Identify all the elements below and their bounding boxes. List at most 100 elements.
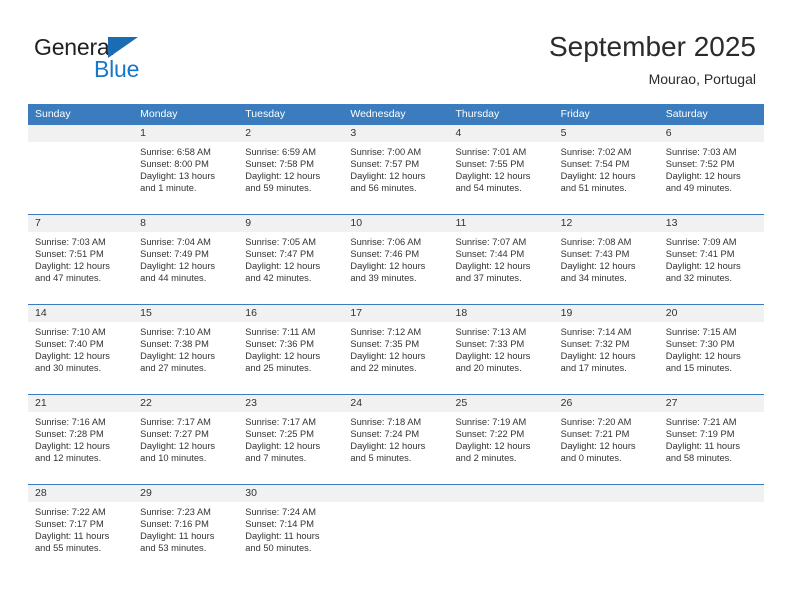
day-detail-line: Sunset: 7:36 PM [245, 339, 314, 350]
day-cell-21[interactable]: Sunrise: 7:16 AM Sunset: 7:28 PM Daylight:… [28, 412, 133, 484]
day-detail-line: Sunset: 7:46 PM [350, 249, 420, 260]
day-cell-27[interactable]: Sunrise: 7:21 AM Sunset: 7:19 PM Daylight:… [659, 412, 764, 484]
day-cell-15[interactable]: Sunrise: 7:10 AM Sunset: 7:38 PM Daylight:… [133, 322, 238, 394]
day-cell-14[interactable]: Sunrise: 7:10 AM Sunset: 7:40 PM Daylight:… [28, 322, 133, 394]
day-cell-18[interactable]: Sunrise: 7:13 AM Sunset: 7:33 PM Daylight:… [449, 322, 554, 394]
day-detail-line: Sunset: 7:51 PM [35, 249, 104, 260]
day-cell-16[interactable]: Sunrise: 7:11 AM Sunset: 7:36 PM Daylight:… [238, 322, 343, 394]
day-detail-line: and 59 minutes. [245, 183, 312, 194]
day-cell-1[interactable]: Sunrise: 6:58 AM Sunset: 8:00 PM Daylight:… [133, 142, 238, 214]
day-number-17[interactable]: 17 [343, 305, 448, 322]
day-cell-3[interactable]: Sunrise: 7:00 AM Sunset: 7:57 PM Daylight:… [343, 142, 448, 214]
day-number-14[interactable]: 14 [28, 305, 133, 322]
day-number-7[interactable]: 7 [28, 215, 133, 232]
day-detail-line: Daylight: 12 hours [245, 171, 321, 182]
day-number-1[interactable]: 1 [133, 125, 238, 142]
day-detail-line: Sunset: 7:30 PM [665, 339, 735, 350]
day-cell-17[interactable]: Sunrise: 7:12 AM Sunset: 7:35 PM Daylight:… [343, 322, 448, 394]
day-cell-10[interactable]: Sunrise: 7:06 AM Sunset: 7:46 PM Daylight:… [343, 232, 448, 304]
day-detail-line: Sunset: 7:44 PM [455, 249, 525, 260]
day-number-11[interactable]: 11 [449, 215, 554, 232]
day-detail-line: Sunset: 7:24 PM [350, 429, 420, 440]
day-detail-line: and 15 minutes. [665, 363, 732, 374]
day-detail-line: and 56 minutes. [350, 183, 417, 194]
day-cell-11[interactable]: Sunrise: 7:07 AM Sunset: 7:44 PM Daylight:… [449, 232, 554, 304]
calendar-week-row: 14 15 16 17 18 19 20 Sunrise: 7:10 AM Sunset: 7:… [28, 304, 764, 394]
day-detail-line: Daylight: 12 hours [350, 441, 426, 452]
day-cell-12[interactable]: Sunrise: 7:08 AM Sunset: 7:43 PM Daylight:… [554, 232, 659, 304]
day-number-empty [28, 125, 133, 142]
calendar-week-row: 1 2 3 4 5 6 Sunrise: 6:58 AM Sunset: 8:00 PM Day… [28, 125, 764, 214]
day-detail-line: Sunset: 7:55 PM [455, 159, 525, 170]
day-detail-row: Sunrise: 7:22 AM Sunset: 7:17 PM Daylight:… [28, 502, 764, 574]
day-number-5[interactable]: 5 [554, 125, 659, 142]
day-number-27[interactable]: 27 [659, 395, 764, 412]
day-cell-20[interactable]: Sunrise: 7:15 AM Sunset: 7:30 PM Daylight:… [659, 322, 764, 394]
day-number-empty [343, 485, 448, 502]
day-number-4[interactable]: 4 [449, 125, 554, 142]
day-detail-line: Sunset: 7:35 PM [350, 339, 420, 350]
day-number-24[interactable]: 24 [343, 395, 448, 412]
day-number-15[interactable]: 15 [133, 305, 238, 322]
day-detail-line: Daylight: 12 hours [245, 261, 321, 272]
day-detail-line: and 34 minutes. [560, 273, 627, 284]
day-cell-8[interactable]: Sunrise: 7:04 AM Sunset: 7:49 PM Daylight:… [133, 232, 238, 304]
day-cell-25[interactable]: Sunrise: 7:19 AM Sunset: 7:22 PM Daylight:… [449, 412, 554, 484]
day-cell-22[interactable]: Sunrise: 7:17 AM Sunset: 7:27 PM Daylight:… [133, 412, 238, 484]
day-detail-line: and 53 minutes. [140, 543, 207, 554]
day-cell-4[interactable]: Sunrise: 7:01 AM Sunset: 7:55 PM Daylight:… [449, 142, 554, 214]
day-number-25[interactable]: 25 [449, 395, 554, 412]
day-number-16[interactable]: 16 [238, 305, 343, 322]
day-number-10[interactable]: 10 [343, 215, 448, 232]
day-cell-5[interactable]: Sunrise: 7:02 AM Sunset: 7:54 PM Daylight:… [554, 142, 659, 214]
day-number-2[interactable]: 2 [238, 125, 343, 142]
day-number-29[interactable]: 29 [133, 485, 238, 502]
day-detail-line: Daylight: 12 hours [560, 171, 636, 182]
day-cell-13[interactable]: Sunrise: 7:09 AM Sunset: 7:41 PM Daylight:… [659, 232, 764, 304]
day-cell-2[interactable]: Sunrise: 6:59 AM Sunset: 7:58 PM Daylight:… [238, 142, 343, 214]
day-detail-line: Sunrise: 7:17 AM [245, 417, 317, 427]
day-cell-28[interactable]: Sunrise: 7:22 AM Sunset: 7:17 PM Daylight:… [28, 502, 133, 574]
day-number-20[interactable]: 20 [659, 305, 764, 322]
day-cell-26[interactable]: Sunrise: 7:20 AM Sunset: 7:21 PM Daylight:… [554, 412, 659, 484]
day-cell-29[interactable]: Sunrise: 7:23 AM Sunset: 7:16 PM Daylight:… [133, 502, 238, 574]
day-number-23[interactable]: 23 [238, 395, 343, 412]
day-detail-line: Daylight: 12 hours [560, 441, 636, 452]
day-cell-23[interactable]: Sunrise: 7:17 AM Sunset: 7:25 PM Daylight:… [238, 412, 343, 484]
day-number-28[interactable]: 28 [28, 485, 133, 502]
day-number-18[interactable]: 18 [449, 305, 554, 322]
day-number-3[interactable]: 3 [343, 125, 448, 142]
logo-triangle-icon [108, 37, 138, 58]
day-number-22[interactable]: 22 [133, 395, 238, 412]
day-number-21[interactable]: 21 [28, 395, 133, 412]
weekday-header-sunday: Sunday [35, 108, 71, 120]
day-cell-9[interactable]: Sunrise: 7:05 AM Sunset: 7:47 PM Daylight:… [238, 232, 343, 304]
general-blue-logo[interactable]: General Blue [34, 34, 214, 90]
day-detail-line: Sunrise: 7:23 AM [140, 507, 211, 517]
day-detail-line: and 7 minutes. [245, 453, 307, 464]
day-number-30[interactable]: 30 [238, 485, 343, 502]
day-cell-6[interactable]: Sunrise: 7:03 AM Sunset: 7:52 PM Daylight:… [659, 142, 764, 214]
day-detail-line: Sunset: 7:38 PM [140, 339, 209, 350]
day-cell-7[interactable]: Sunrise: 7:03 AM Sunset: 7:51 PM Daylight:… [28, 232, 133, 304]
calendar-grid: Sunday Monday Tuesday Wednesday Thursday Frid… [28, 104, 764, 574]
day-number-9[interactable]: 9 [238, 215, 343, 232]
day-cell-30[interactable]: Sunrise: 7:24 AM Sunset: 7:14 PM Daylight:… [238, 502, 343, 574]
day-detail-line: and 22 minutes. [350, 363, 417, 374]
day-detail-line: and 17 minutes. [560, 363, 627, 374]
day-number-19[interactable]: 19 [554, 305, 659, 322]
day-detail-line: Daylight: 12 hours [245, 351, 321, 362]
day-number-empty [449, 485, 554, 502]
day-number-26[interactable]: 26 [554, 395, 659, 412]
day-detail-line: Sunrise: 7:10 AM [35, 327, 106, 337]
day-cell-19[interactable]: Sunrise: 7:14 AM Sunset: 7:32 PM Daylight:… [554, 322, 659, 394]
day-number-8[interactable]: 8 [133, 215, 238, 232]
day-number-13[interactable]: 13 [659, 215, 764, 232]
day-number-12[interactable]: 12 [554, 215, 659, 232]
day-detail-line: and 1 minute. [140, 183, 197, 194]
day-detail-line: Sunset: 7:54 PM [560, 159, 630, 170]
day-cell-24[interactable]: Sunrise: 7:18 AM Sunset: 7:24 PM Daylight:… [343, 412, 448, 484]
day-number-6[interactable]: 6 [659, 125, 764, 142]
day-detail-line: Sunrise: 7:17 AM [140, 417, 211, 427]
day-detail-line: Sunset: 7:25 PM [245, 429, 314, 440]
